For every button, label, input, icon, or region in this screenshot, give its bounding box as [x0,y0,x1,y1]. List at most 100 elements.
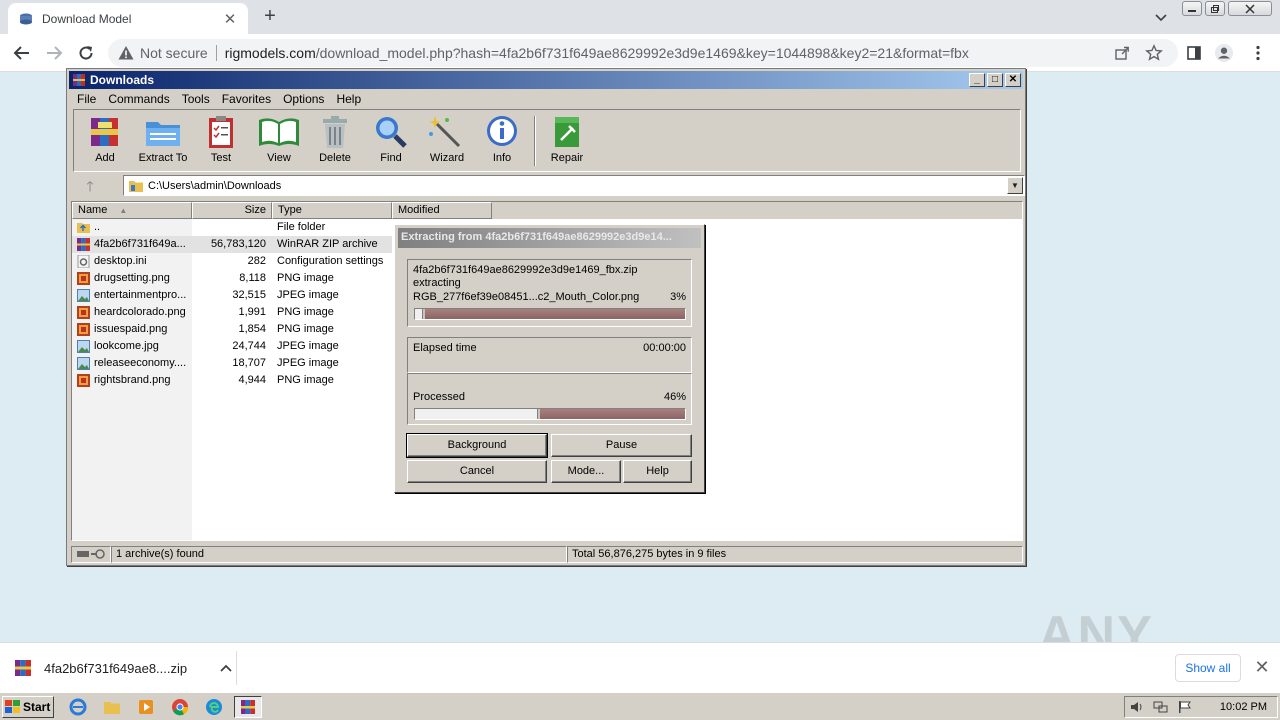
system-tray: 10:02 PM [1124,696,1278,718]
column-modified[interactable]: Modified [392,202,492,219]
winrar-taskbar-icon[interactable] [234,696,262,718]
path-field[interactable]: C:\Users\admin\Downloads ▼ [123,175,1025,196]
download-item[interactable]: 4fa2b6f731f649ae8....zip [14,655,236,681]
add-archive-icon [91,118,118,146]
file-size: 282 [247,255,266,267]
menu-options[interactable]: Options [277,90,330,108]
network-icon[interactable] [1153,700,1169,714]
file-row[interactable]: issuespaid.png 1,854 PNG image [72,321,392,338]
address-bar[interactable]: Not secure rigmodels.com/download_model.… [108,39,1178,67]
explorer-taskbar-icon[interactable] [98,696,126,718]
up-folder-icon[interactable]: 🡑 [77,176,103,196]
volume-icon[interactable] [1129,700,1145,714]
start-button[interactable]: Start [2,696,54,718]
side-panel-icon[interactable] [1184,43,1204,63]
file-row[interactable]: releaseeconomy.... 18,707 JPEG image [72,355,392,372]
winrar-maximize-icon[interactable]: □ [987,73,1003,87]
column-type[interactable]: Type [272,202,392,219]
minimize-window-icon[interactable] [1182,1,1202,16]
repair-button[interactable]: Repair [539,114,595,170]
file-row[interactable]: .. File folder [72,219,392,236]
file-name: heardcolorado.png [94,306,186,318]
menu-favorites[interactable]: Favorites [216,90,277,108]
column-name[interactable]: Name ▲ [72,202,192,219]
path-dropdown-icon[interactable]: ▼ [1007,177,1023,194]
restore-window-icon[interactable] [1205,1,1225,16]
drive-status-icon[interactable] [71,546,111,563]
share-icon[interactable] [1112,43,1132,63]
winrar-statusbar: 1 archive(s) found Total 56,876,275 byte… [71,546,1023,564]
winrar-titlebar[interactable]: Downloads _ □ ✕ [69,71,1023,89]
add-label: Add [95,152,115,164]
menu-file[interactable]: File [71,90,102,108]
file-row[interactable]: heardcolorado.png 1,991 PNG image [72,304,392,321]
new-tab-button[interactable]: + [258,5,282,29]
file-row[interactable]: drugsetting.png 8,118 PNG image [72,270,392,287]
not-secure-label[interactable]: Not secure [140,45,208,61]
current-file-name: RGB_277f6ef39e08451...c2_Mouth_Color.png [413,291,640,303]
jpeg-image-icon [77,289,90,302]
file-row[interactable]: lookcome.jpg 24,744 JPEG image [72,338,392,355]
file-percent: 3% [670,291,686,303]
pause-button[interactable]: Pause [551,434,692,457]
reload-icon[interactable] [74,41,98,65]
column-size[interactable]: Size [192,202,272,219]
add-button[interactable]: Add [77,114,133,170]
repair-kit-icon [555,117,579,147]
profile-avatar-icon[interactable] [1214,43,1234,63]
info-button[interactable]: Info [474,114,530,170]
chevron-up-icon[interactable] [216,661,236,675]
tab-title: Download Model [42,11,132,26]
shelf-close-icon[interactable]: ✕ [1252,657,1272,677]
action-center-flag-icon[interactable] [1177,700,1193,714]
file-name: rightsbrand.png [94,374,171,386]
url-path: /download_model.php?hash=4fa2b6f731f649a… [315,45,969,61]
menu-tools[interactable]: Tools [176,90,216,108]
menu-commands[interactable]: Commands [102,90,175,108]
background-button[interactable]: Background [406,433,548,458]
delete-button[interactable]: Delete [307,114,363,170]
file-row[interactable]: desktop.ini 282 Configuration settings [72,253,392,270]
file-size: 4,944 [238,374,266,386]
ie-taskbar-icon[interactable] [64,696,92,718]
file-row[interactable]: entertainmentpro... 32,515 JPEG image [72,287,392,304]
close-window-icon[interactable] [1228,1,1272,16]
bookmark-star-icon[interactable] [1144,43,1164,63]
window-controls [1182,1,1275,16]
file-row-selected[interactable]: 4fa2b6f731f649a... 56,783,120 WinRAR ZIP… [72,236,392,253]
show-all-button[interactable]: Show all [1175,654,1241,682]
file-type: JPEG image [277,289,339,301]
forward-arrow-icon[interactable] [42,41,66,65]
clock[interactable]: 10:02 PM [1220,701,1267,713]
edge-taskbar-icon[interactable] [200,696,228,718]
tab-search-icon[interactable] [1152,8,1170,26]
chrome-menu-icon[interactable] [1248,43,1268,63]
back-arrow-icon[interactable] [10,41,34,65]
winrar-close-icon[interactable]: ✕ [1005,73,1021,87]
url-text[interactable]: rigmodels.com/download_model.php?hash=4f… [225,45,969,61]
wizard-button[interactable]: Wizard [419,114,475,170]
processed-group: Processed 46% [407,373,692,425]
windows-logo-icon [5,700,20,713]
tab-close-icon[interactable]: ✕ [222,10,238,28]
extract-to-label: Extract To [138,152,188,164]
winrar-minimize-icon[interactable]: _ [969,73,985,87]
dialog-title[interactable]: Extracting from 4fa2b6f731f649ae8629992e… [398,228,701,248]
file-size: 32,515 [232,289,266,301]
wizard-label: Wizard [429,152,465,164]
zip-archive-icon [77,238,90,251]
help-button[interactable]: Help [623,460,692,483]
cancel-button[interactable]: Cancel [407,460,547,483]
test-button[interactable]: Test [193,114,249,170]
elapsed-group: Elapsed time 00:00:00 [407,337,692,373]
extract-to-button[interactable]: Extract To [135,114,191,170]
file-row[interactable]: rightsbrand.png 4,944 PNG image [72,372,392,389]
status-total-bytes: Total 56,876,275 bytes in 9 files [567,546,1023,563]
view-button[interactable]: View [251,114,307,170]
find-button[interactable]: Find [363,114,419,170]
browser-tab[interactable]: Download Model ✕ [8,3,248,34]
menu-help[interactable]: Help [330,90,367,108]
chrome-taskbar-icon[interactable] [166,696,194,718]
mode-button[interactable]: Mode... [551,460,621,483]
media-player-taskbar-icon[interactable] [132,696,160,718]
